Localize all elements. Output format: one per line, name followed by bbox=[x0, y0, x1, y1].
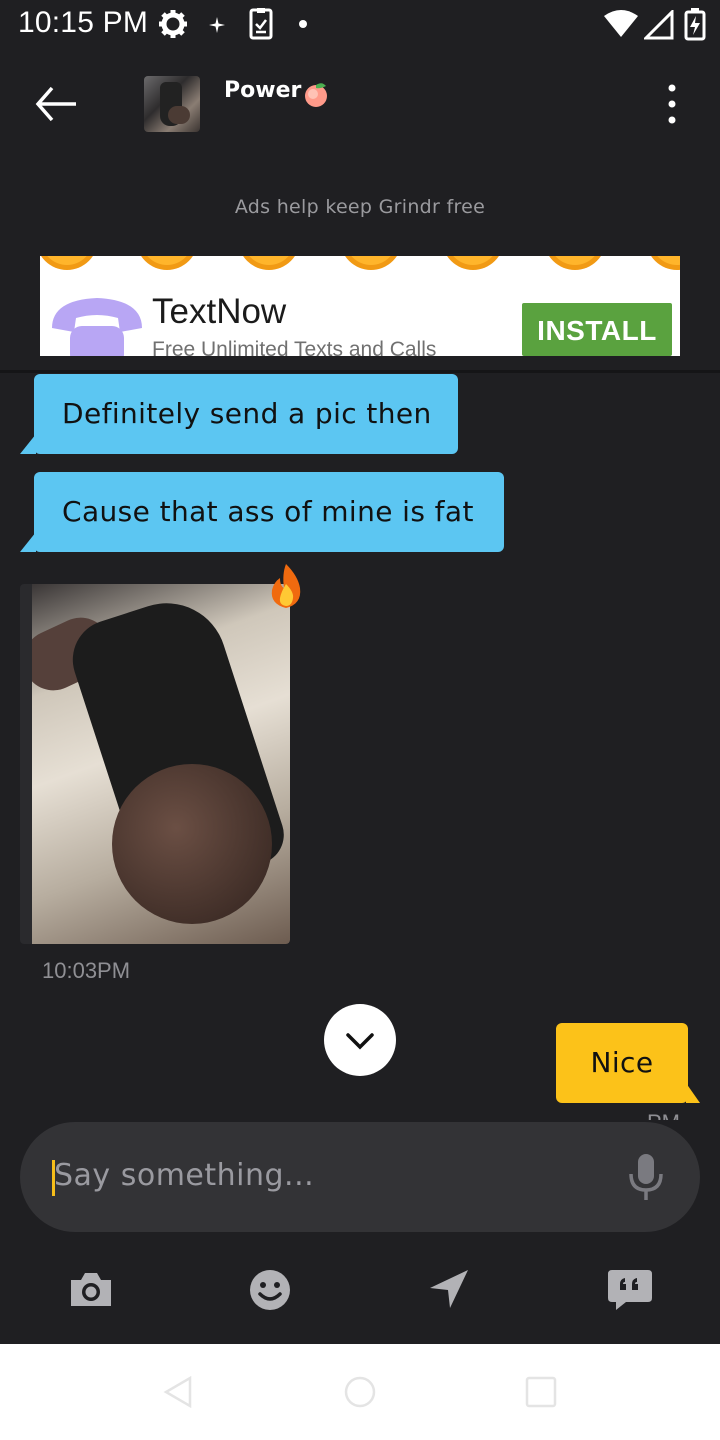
system-nav-bar bbox=[0, 1344, 720, 1440]
recents-square-icon bbox=[525, 1376, 557, 1408]
emoji-icon bbox=[250, 1270, 290, 1310]
ad-banner[interactable]: TextNow Free Unlimited Texts and Calls I… bbox=[40, 256, 680, 356]
status-time: 10:15 PM bbox=[18, 6, 149, 39]
ad-coin-decoration bbox=[340, 256, 402, 270]
emoji-button[interactable] bbox=[246, 1268, 294, 1312]
profile-avatar[interactable] bbox=[144, 76, 200, 132]
message-placeholder: Say something... bbox=[54, 1158, 315, 1193]
battery-charging-icon bbox=[684, 8, 706, 41]
send-location-button[interactable] bbox=[426, 1268, 474, 1312]
dot-icon bbox=[299, 20, 307, 28]
textnow-logo-icon bbox=[52, 298, 142, 356]
fire-icon bbox=[271, 564, 301, 608]
microphone-icon bbox=[629, 1154, 663, 1200]
back-triangle-icon bbox=[163, 1375, 192, 1409]
location-arrow-icon bbox=[430, 1270, 468, 1308]
camera-button[interactable] bbox=[67, 1268, 115, 1312]
saved-phrases-button[interactable] bbox=[606, 1268, 654, 1312]
back-button[interactable] bbox=[30, 80, 82, 128]
arrow-left-icon bbox=[35, 86, 76, 122]
ad-coin-decoration bbox=[646, 256, 680, 270]
avatar-photo-detail bbox=[168, 106, 190, 124]
home-circle-icon bbox=[344, 1376, 376, 1408]
sparkle-icon bbox=[209, 17, 225, 33]
ad-app-name: TextNow bbox=[152, 292, 287, 331]
ad-install-button[interactable]: INSTALL bbox=[522, 303, 672, 356]
message-timestamp: 10:03PM bbox=[42, 958, 131, 983]
signal-icon bbox=[644, 10, 674, 40]
message-text: Nice bbox=[590, 1046, 654, 1079]
chat-screen: 10:15 PM Power Ads help keep Grindr free… bbox=[0, 0, 720, 1440]
photo-image bbox=[32, 584, 290, 944]
incoming-message[interactable]: Cause that ass of mine is fat bbox=[20, 472, 504, 552]
chevron-down-icon bbox=[346, 1033, 374, 1050]
outgoing-message[interactable]: Nice bbox=[556, 1023, 700, 1103]
ad-coin-decoration bbox=[442, 256, 504, 270]
ad-coin-decoration bbox=[136, 256, 198, 270]
peach-icon bbox=[305, 83, 327, 107]
scroll-to-bottom-button[interactable] bbox=[324, 1004, 396, 1076]
nav-back-button[interactable] bbox=[160, 1374, 194, 1410]
wifi-icon bbox=[604, 10, 638, 37]
camera-icon bbox=[71, 1273, 111, 1306]
profile-name[interactable]: Power bbox=[224, 78, 301, 103]
ad-note: Ads help keep Grindr free bbox=[234, 196, 486, 218]
chat-toolbar bbox=[0, 1250, 720, 1344]
incoming-message[interactable]: Definitely send a pic then bbox=[20, 374, 458, 454]
message-text: Cause that ass of mine is fat bbox=[62, 495, 474, 528]
status-bar: 10:15 PM bbox=[0, 0, 720, 50]
microphone-button[interactable] bbox=[626, 1152, 666, 1202]
header-divider bbox=[0, 370, 720, 373]
ad-tagline: Free Unlimited Texts and Calls bbox=[152, 338, 437, 356]
ad-coin-decoration bbox=[544, 256, 606, 270]
ad-coin-decoration bbox=[40, 256, 98, 270]
saved-phrases-icon bbox=[608, 1270, 652, 1310]
photo-detail bbox=[112, 764, 272, 924]
chat-header: Power bbox=[0, 50, 720, 160]
nav-recents-button[interactable] bbox=[523, 1374, 557, 1410]
message-timestamp: PM bbox=[647, 1110, 680, 1120]
ad-coin-decoration bbox=[238, 256, 300, 270]
incoming-photo-message[interactable] bbox=[20, 584, 290, 944]
more-vertical-icon bbox=[668, 84, 676, 124]
outgoing-time-clip: PM bbox=[0, 1110, 720, 1120]
device-clipboard-icon bbox=[249, 8, 273, 40]
message-text: Definitely send a pic then bbox=[62, 397, 432, 430]
gear-icon bbox=[159, 10, 187, 38]
nav-home-button[interactable] bbox=[343, 1374, 377, 1410]
message-input[interactable]: Say something... bbox=[20, 1122, 700, 1232]
more-options-button[interactable] bbox=[656, 80, 688, 128]
